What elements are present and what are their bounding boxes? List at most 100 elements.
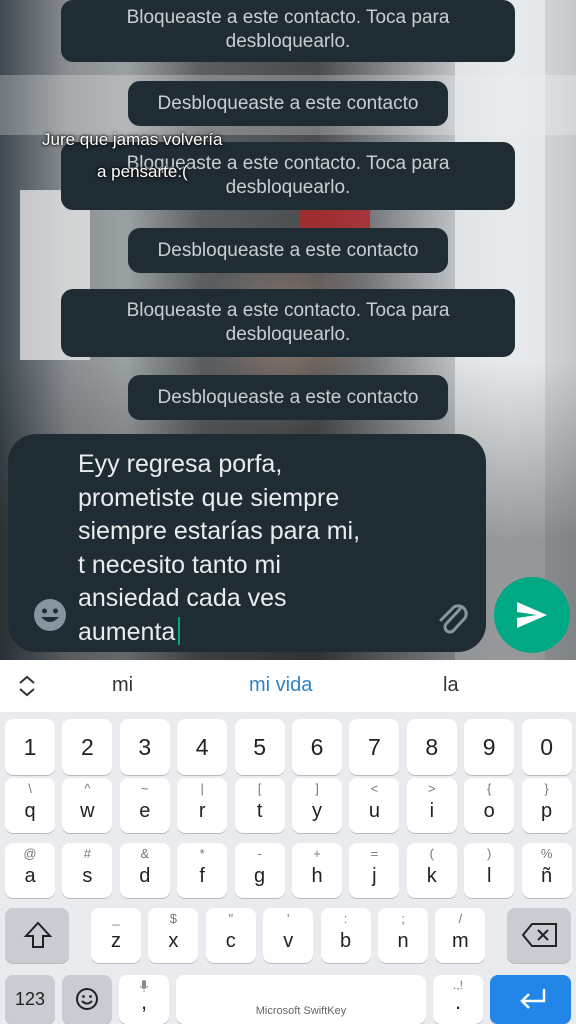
key-number[interactable]: 0: [521, 719, 572, 775]
space-key[interactable]: Microsoft SwiftKey: [176, 975, 426, 1024]
system-message-text: Desbloqueaste a este contacto: [157, 93, 419, 114]
system-message-blocked[interactable]: Bloqueaste a este contacto. Toca para de…: [61, 0, 515, 62]
paperclip-icon[interactable]: [432, 597, 472, 637]
key-hint: ~: [141, 781, 149, 796]
emoji-icon: [76, 988, 98, 1010]
key-hint: #: [83, 846, 91, 861]
key-hint: |: [200, 781, 204, 796]
system-message-unblocked: Desbloqueaste a este contacto: [128, 375, 448, 420]
key-hint: ^: [84, 781, 91, 796]
key-label: o: [483, 800, 495, 822]
key-number[interactable]: 8: [406, 719, 457, 775]
key-number[interactable]: 5: [234, 719, 285, 775]
key-label: m: [452, 930, 469, 952]
key-letter[interactable]: [t: [234, 778, 285, 833]
key-label: 8: [425, 734, 439, 760]
key-label: 0: [540, 734, 553, 760]
key-number[interactable]: 1: [5, 719, 55, 775]
key-letter[interactable]: + h: [292, 843, 342, 898]
key-letter[interactable]: -g: [234, 843, 285, 898]
key-letter[interactable]: / m: [435, 908, 486, 963]
key-hint: %: [540, 846, 553, 861]
key-number[interactable]: 9: [464, 719, 515, 775]
suggestion-right[interactable]: la: [443, 674, 459, 697]
key-number[interactable]: 7: [349, 719, 400, 775]
key-letter[interactable]: ) l: [464, 843, 515, 898]
overlay-caption-line-2: a pensarte:(: [97, 162, 188, 181]
key-hint: /: [458, 911, 463, 926]
emoji-key[interactable]: [62, 975, 112, 1024]
key-label: 5: [253, 734, 266, 760]
enter-key[interactable]: [490, 975, 571, 1024]
key-letter[interactable]: (k: [406, 843, 457, 898]
key-letter[interactable]: @ a: [5, 843, 55, 898]
key-letter[interactable]: < u: [349, 778, 400, 833]
key-label: b: [340, 930, 352, 952]
system-message-line: desbloquearlo.: [225, 31, 351, 52]
key-letter[interactable]: $ x: [148, 908, 199, 963]
key-label: s: [82, 865, 93, 887]
key-label: u: [368, 800, 380, 822]
key-hint: _: [112, 911, 120, 926]
chevron-expand-icon[interactable]: [16, 674, 38, 703]
key-label: ñ: [541, 865, 553, 887]
key-letter[interactable]: = j: [349, 843, 400, 898]
key-label: i: [429, 800, 435, 822]
key-letter[interactable]: * f: [177, 843, 228, 898]
key-label: p: [541, 800, 553, 822]
key-letter[interactable]: ; n: [378, 908, 428, 963]
overlay-caption-line-1: Jure que jamas volvería: [42, 130, 223, 149]
key-letter[interactable]: ' v: [263, 908, 314, 963]
period-key[interactable]: .,! .: [433, 975, 483, 1024]
key-letter[interactable]: :b: [320, 908, 371, 963]
key-hint: ;: [401, 911, 405, 926]
key-hint: ): [487, 846, 492, 861]
key-letter[interactable]: # s: [62, 843, 113, 898]
comma-label: ,: [140, 989, 148, 1014]
system-message-blocked[interactable]: Bloqueaste a este contacto. Toca para de…: [61, 289, 515, 357]
message-input[interactable]: Eyy regresa porfa, prometiste que siempr…: [78, 448, 418, 649]
system-message-unblocked: Desbloqueaste a este contacto: [128, 228, 448, 273]
key-label: 7: [367, 734, 381, 760]
system-message-text: Desbloqueaste a este contacto: [157, 240, 419, 261]
enter-icon: [520, 989, 546, 1009]
key-letter[interactable]: " c: [205, 908, 256, 963]
key-letter[interactable]: ^ w: [62, 778, 113, 833]
key-letter[interactable]: } p: [521, 778, 572, 833]
key-letter[interactable]: \ q: [5, 778, 55, 833]
backspace-icon: [522, 923, 557, 947]
key-number[interactable]: 4: [177, 719, 228, 775]
emoji-icon[interactable]: [33, 598, 67, 632]
key-number[interactable]: 6: [292, 719, 342, 775]
keyboard: 123 , Microsoft SwiftKey .,! . 123456789…: [0, 712, 576, 1024]
key-letter[interactable]: & d: [119, 843, 170, 898]
system-message-unblocked: Desbloqueaste a este contacto: [128, 81, 448, 126]
key-hint: [: [257, 781, 262, 796]
send-button[interactable]: [494, 577, 570, 653]
key-number[interactable]: 2: [62, 719, 113, 775]
key-hint: \: [28, 781, 32, 796]
shift-key[interactable]: [5, 908, 69, 963]
key-label: r: [198, 800, 206, 822]
key-number[interactable]: 3: [119, 719, 170, 775]
key-letter[interactable]: % ñ: [521, 843, 572, 898]
key-hint: *: [199, 846, 205, 861]
shift-icon: [23, 921, 53, 948]
key-hint: $: [169, 911, 177, 926]
suggestion-left[interactable]: mi: [112, 674, 133, 697]
key-letter[interactable]: ~ e: [119, 778, 170, 833]
key-letter[interactable]: ] y: [292, 778, 342, 833]
suggestion-middle[interactable]: mi vida: [249, 674, 312, 697]
key-letter[interactable]: > i: [406, 778, 457, 833]
key-letter[interactable]: | r: [177, 778, 228, 833]
symbols-key[interactable]: 123: [5, 975, 55, 1024]
comma-key[interactable]: ,: [119, 975, 169, 1024]
key-label: n: [397, 930, 409, 952]
backspace-key[interactable]: [507, 908, 571, 963]
key-label: 9: [482, 734, 496, 760]
key-letter[interactable]: _ z: [91, 908, 141, 963]
message-composer[interactable]: Eyy regresa porfa, prometiste que siempr…: [8, 434, 486, 652]
system-message-line: desbloquearlo.: [225, 324, 351, 345]
period-label: .: [454, 989, 462, 1014]
key-letter[interactable]: {o: [464, 778, 515, 833]
